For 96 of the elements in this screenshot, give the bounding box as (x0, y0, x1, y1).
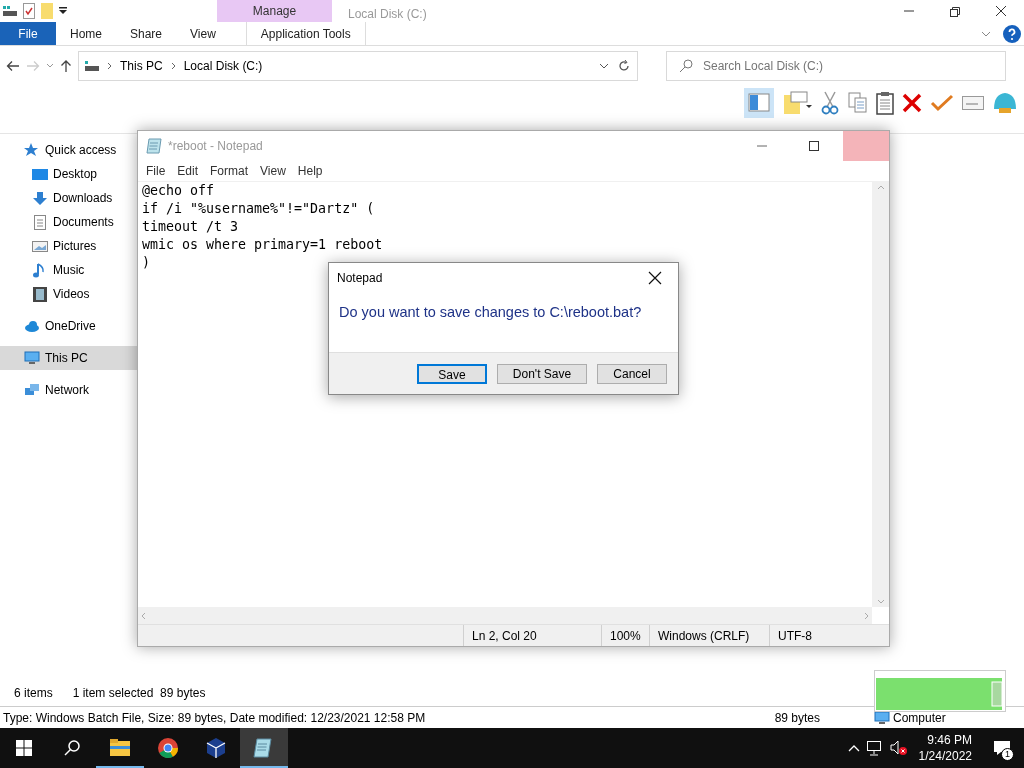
status-text: Windows (CRLF) (649, 625, 769, 646)
drive-icon[interactable] (3, 5, 17, 17)
dialog-title: Notepad (337, 270, 384, 287)
drive-icon (85, 60, 99, 72)
ribbon-tab[interactable]: View (176, 22, 230, 45)
context-group-label: Manage (217, 0, 332, 22)
code-line: wmic os where primary=1 reboot (142, 236, 384, 254)
delete-icon[interactable] (902, 93, 922, 113)
rename-icon[interactable] (962, 96, 984, 110)
nav-item[interactable]: Videos (0, 282, 137, 306)
nav-item[interactable]: Music (0, 258, 137, 282)
dialog-message: Do you want to save changes to C:\reboot.bat? (338, 303, 643, 322)
file-size: 89 bytes (774, 709, 821, 727)
computer-icon (24, 351, 40, 365)
picture-icon (32, 238, 48, 254)
close-icon[interactable] (994, 5, 1008, 17)
window-title: *reboot - Notepad (168, 138, 264, 155)
refresh-icon[interactable] (617, 59, 631, 73)
code-line: if /i "%username%"!="Dartz" ( (142, 200, 376, 218)
desktop-icon (32, 166, 48, 182)
back-arrow-icon[interactable] (6, 60, 20, 72)
status-text: 1 item selected 89 bytes (72, 685, 206, 702)
network-icon[interactable] (865, 740, 884, 756)
notification-button[interactable]: 1 (980, 728, 1024, 768)
notepad-icon (146, 138, 162, 154)
code-line: timeout /t 3 (142, 218, 240, 236)
chevron-right-icon (107, 62, 112, 70)
menu-item[interactable]: Format (204, 161, 255, 181)
chevron-right-icon (170, 62, 176, 70)
menu-item[interactable]: Help (291, 161, 329, 181)
address-bar[interactable]: This PC Local Disk (C:) (78, 51, 638, 81)
status-text: 100% (601, 625, 649, 646)
clock-time: 9:46 PM (927, 731, 972, 748)
taskbar-clock[interactable]: 9:46 PM 1/24/2022 (910, 728, 980, 768)
nav-item[interactable]: This PC (0, 346, 137, 370)
menu-item[interactable]: View (254, 161, 292, 181)
breadcrumb-item[interactable]: This PC (120, 57, 163, 75)
file-details: Type: Windows Batch File, Size: 89 bytes, Date modified: 12/23/2021 12:58 PM (3, 709, 426, 727)
restore-icon[interactable] (948, 5, 962, 17)
film-icon (32, 286, 48, 302)
notepad-icon (253, 737, 275, 759)
nav-item[interactable]: Downloads (0, 186, 137, 210)
ribbon-tab[interactable]: File (0, 22, 56, 45)
download-arrow-icon (32, 190, 48, 206)
windows-logo-icon (16, 740, 32, 756)
notification-badge: 1 (1001, 748, 1014, 761)
dropdown-icon[interactable] (599, 63, 609, 69)
dialog-button[interactable]: Save (417, 363, 487, 384)
scissors-icon[interactable] (820, 91, 840, 115)
window-title: Local Disk (C:) (347, 6, 428, 22)
code-line: ) (142, 254, 151, 272)
clipboard-icon[interactable] (876, 91, 894, 115)
pane-icon[interactable] (744, 88, 774, 118)
folder-icon (109, 737, 131, 759)
star-icon (24, 143, 40, 157)
search-icon (64, 740, 80, 756)
ribbon-tab[interactable]: Home (56, 22, 116, 45)
status-text: 6 items (14, 685, 53, 702)
status-text: UTF-8 (769, 625, 869, 646)
chevron-icon[interactable] (981, 30, 991, 37)
nav-item[interactable]: Documents (0, 210, 137, 234)
dialog-button[interactable]: Cancel (597, 363, 667, 384)
ribbon-tab[interactable]: Share (116, 22, 177, 45)
ribbon-tab[interactable]: Application Tools (245, 22, 366, 45)
volume-muted-icon[interactable] (889, 740, 908, 756)
chevron-up-icon[interactable] (847, 744, 860, 752)
checkmark-icon[interactable] (930, 94, 954, 112)
network-icon (24, 383, 40, 397)
maximize-icon[interactable] (808, 140, 820, 152)
dialog-button[interactable]: Don't Save (497, 363, 587, 384)
breadcrumb-item[interactable]: Local Disk (C:) (183, 57, 263, 75)
chrome-icon (157, 737, 179, 759)
close-icon[interactable] (648, 271, 662, 285)
clock-date: 1/24/2022 (918, 748, 972, 765)
computer-icon (874, 710, 890, 725)
status-text: Ln 2, Col 20 (463, 625, 601, 646)
help-icon[interactable] (1003, 24, 1021, 43)
nav-item[interactable]: Network (0, 378, 137, 402)
properties-icon[interactable] (23, 3, 35, 19)
search-box[interactable]: Search Local Disk (C:) (666, 51, 1006, 81)
menu-item[interactable]: Edit (171, 161, 205, 181)
cube-icon (205, 737, 227, 759)
location-text: Computer (893, 709, 946, 727)
search-icon (679, 59, 693, 73)
caret-icon[interactable] (59, 7, 67, 15)
nav-item[interactable]: Pictures (0, 234, 137, 258)
code-line: @echo off (142, 182, 216, 200)
menu-item[interactable]: File (140, 161, 172, 181)
document-icon (32, 214, 48, 230)
nav-item[interactable]: Desktop (0, 162, 137, 186)
nav-item[interactable]: OneDrive (0, 314, 137, 338)
taskbar-app[interactable] (240, 728, 288, 768)
nav-item[interactable]: Quick access (0, 138, 137, 162)
cloud-icon (24, 319, 40, 333)
up-arrow-icon[interactable] (60, 59, 72, 73)
search-field[interactable]: Search Local Disk (C:) (701, 56, 993, 76)
